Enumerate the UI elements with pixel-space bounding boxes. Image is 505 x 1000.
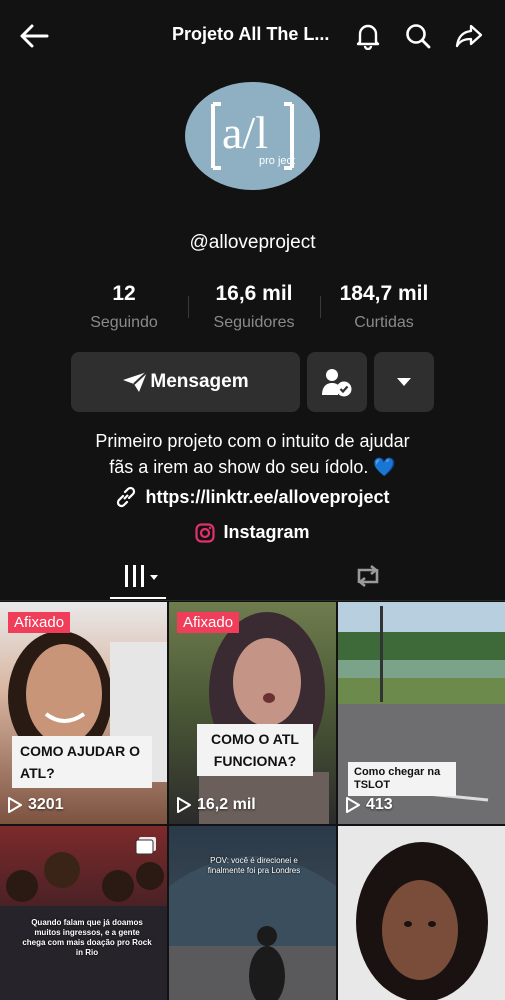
video-caption: POV: você é direcionei e finalmente foi …: [207, 856, 301, 875]
stat-divider: [320, 296, 321, 318]
stat-followers-value: 16,6 mil: [215, 282, 293, 305]
following-button[interactable]: [307, 352, 367, 412]
view-count: 413: [346, 796, 393, 814]
instagram-label: Instagram: [223, 522, 310, 542]
stat-likes[interactable]: 184,7 mil Curtidas: [328, 282, 440, 332]
link-icon: [117, 486, 136, 508]
bio-line: fãs a irem ao show do seu ídolo. 💙: [109, 457, 396, 477]
stat-following-value: 12: [112, 282, 136, 305]
tab-reposts[interactable]: [345, 552, 391, 600]
play-icon: [177, 797, 191, 813]
active-tab-indicator: [110, 597, 166, 599]
avatar-logo-text: a/l: [222, 107, 268, 158]
top-bar: Projeto All The L...: [0, 0, 505, 72]
bell-icon[interactable]: [352, 20, 384, 52]
avatar-logo-subtext: pro ject: [259, 155, 295, 167]
video-thumbnail: [199, 612, 329, 824]
video-tile[interactable]: Como chegar na TSLOT 413: [338, 602, 505, 824]
view-count: 16,2 mil: [177, 796, 256, 814]
caret-down-icon: [397, 378, 411, 386]
view-count-value: 413: [366, 796, 393, 813]
pinned-badge: Afixado: [177, 612, 240, 633]
repost-icon: [357, 564, 379, 588]
instagram-link[interactable]: Instagram: [0, 522, 505, 543]
send-icon: [123, 371, 149, 392]
search-icon[interactable]: [402, 20, 434, 52]
video-thumbnail: [8, 631, 167, 782]
grid-icon: [125, 565, 158, 587]
pinned-badge: Afixado: [8, 612, 71, 633]
bio-line: Primeiro projeto com o intuito de ajudar: [95, 431, 410, 451]
share-icon[interactable]: [452, 20, 486, 52]
view-count-value: 3201: [28, 796, 64, 813]
stat-followers-label: Seguidores: [213, 314, 295, 331]
stat-following[interactable]: 12 Seguindo: [74, 282, 174, 332]
profile-bio: Primeiro projeto com o intuito de ajudar…: [0, 428, 505, 480]
play-icon: [346, 797, 360, 813]
page-title: Projeto All The L...: [172, 24, 330, 44]
stat-likes-value: 184,7 mil: [339, 282, 429, 305]
stat-likes-label: Curtidas: [354, 314, 414, 331]
message-button-label: Mensagem: [150, 371, 249, 392]
video-tile[interactable]: POV: você é direcionei e finalmente foi …: [169, 826, 336, 1000]
profile-link[interactable]: https://linktr.ee/alloveproject: [0, 486, 505, 508]
avatar[interactable]: a/l pro ject: [185, 82, 320, 190]
view-count-value: 16,2 mil: [197, 796, 256, 813]
content-tabs: [0, 552, 505, 601]
video-caption: Quando falam que já doamos muitos ingres…: [22, 918, 152, 957]
video-thumbnail: [169, 856, 336, 1000]
username: @alloveproject: [189, 232, 316, 253]
photo-carousel-icon: [135, 837, 156, 855]
profile-link-text: https://linktr.ee/alloveproject: [145, 486, 390, 507]
stat-followers[interactable]: 16,6 mil Seguidores: [196, 282, 312, 332]
video-caption: COMO O ATL FUNCIONA?: [197, 724, 313, 776]
video-thumbnail: [356, 842, 488, 1000]
stat-divider: [188, 296, 189, 318]
view-count: 3201: [8, 796, 64, 814]
stat-following-label: Seguindo: [90, 314, 158, 331]
message-button[interactable]: Mensagem: [71, 352, 300, 412]
video-caption: COMO AJUDAR O ATL?: [12, 736, 152, 788]
instagram-icon: [195, 522, 216, 543]
video-tile[interactable]: [338, 826, 505, 1000]
video-tile[interactable]: Afixado COMO AJUDAR O ATL? 3201: [0, 602, 167, 824]
play-icon: [8, 797, 22, 813]
video-tile[interactable]: Afixado COMO O ATL FUNCIONA? 16,2 mil: [169, 602, 336, 824]
tab-videos[interactable]: [110, 552, 176, 600]
video-tile[interactable]: Quando falam que já doamos muitos ingres…: [0, 826, 167, 1000]
user-check-icon: [322, 369, 352, 397]
more-options-button[interactable]: [374, 352, 434, 412]
back-arrow-icon[interactable]: [14, 20, 54, 52]
video-caption: Como chegar na TSLOT: [348, 762, 456, 796]
